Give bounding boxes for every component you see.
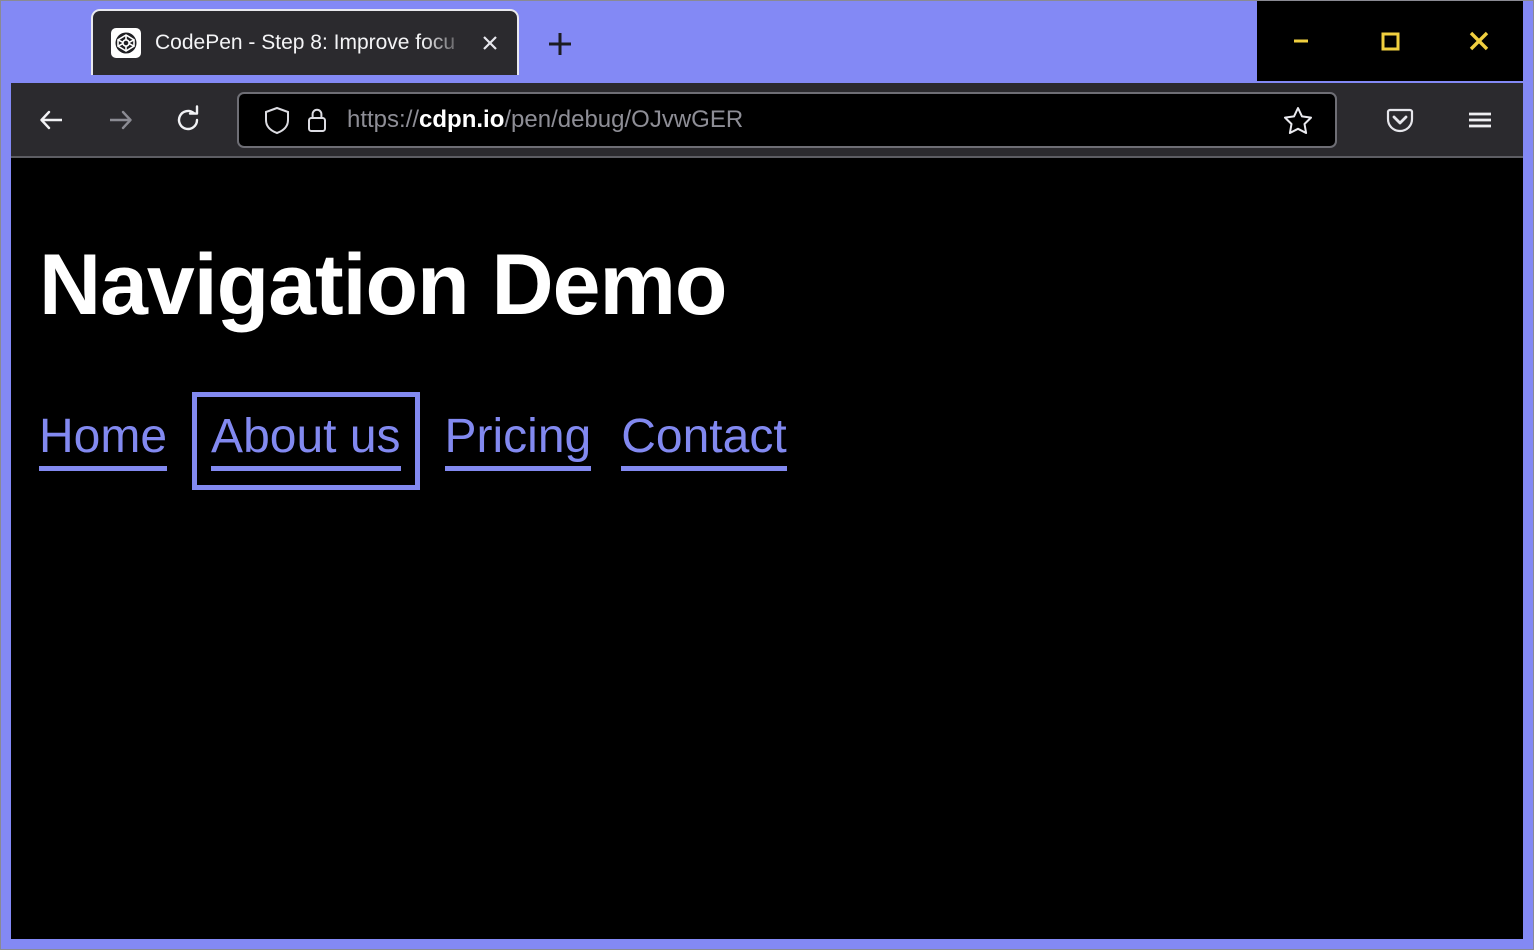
codepen-icon xyxy=(111,28,141,58)
close-icon[interactable] xyxy=(475,28,505,58)
address-bar[interactable]: https://cdpn.io/pen/debug/OJvwGER xyxy=(237,92,1337,148)
url-text[interactable]: https://cdpn.io/pen/debug/OJvwGER xyxy=(337,106,1275,134)
url-scheme: https:// xyxy=(347,106,419,133)
minimize-icon xyxy=(1286,26,1316,56)
menu-button[interactable] xyxy=(1453,93,1507,147)
page-title: Navigation Demo xyxy=(39,238,1495,333)
new-tab-button[interactable] xyxy=(534,21,586,67)
close-icon xyxy=(1463,25,1495,57)
url-path: /pen/debug/OJvwGER xyxy=(504,106,743,133)
maximize-icon xyxy=(1375,26,1405,56)
back-button[interactable] xyxy=(25,93,79,147)
site-navigation: Home About us Pricing Contact xyxy=(39,411,1495,472)
maximize-button[interactable] xyxy=(1358,12,1422,70)
navigation-toolbar: https://cdpn.io/pen/debug/OJvwGER xyxy=(11,83,1523,158)
browser-tab[interactable]: CodePen - Step 8: Improve focu xyxy=(91,9,519,75)
nav-link-pricing[interactable]: Pricing xyxy=(445,411,592,472)
plus-icon xyxy=(545,29,575,59)
reload-button[interactable] xyxy=(161,93,215,147)
minimize-button[interactable] xyxy=(1269,12,1333,70)
bookmark-star-icon[interactable] xyxy=(1275,104,1321,136)
close-window-button[interactable] xyxy=(1447,12,1511,70)
browser-window: CodePen - Step 8: Improve focu xyxy=(0,0,1534,950)
pocket-button[interactable] xyxy=(1373,93,1427,147)
back-arrow-icon xyxy=(35,103,69,137)
reload-icon xyxy=(171,103,205,137)
forward-button[interactable] xyxy=(93,93,147,147)
toolbar-right-actions xyxy=(1347,93,1523,147)
url-host: cdpn.io xyxy=(419,106,504,133)
nav-link-contact[interactable]: Contact xyxy=(621,411,786,472)
tab-title: CodePen - Step 8: Improve focu xyxy=(155,31,473,55)
nav-link-about-us[interactable]: About us xyxy=(211,411,400,472)
forward-arrow-icon xyxy=(103,103,137,137)
lock-icon[interactable] xyxy=(297,105,337,135)
tab-strip: CodePen - Step 8: Improve focu xyxy=(1,1,1533,83)
pocket-icon xyxy=(1383,103,1417,137)
shield-icon[interactable] xyxy=(257,105,297,135)
nav-link-home[interactable]: Home xyxy=(39,411,167,472)
hamburger-menu-icon xyxy=(1463,103,1497,137)
page-content: Navigation Demo Home About us Pricing Co… xyxy=(11,158,1523,939)
window-controls xyxy=(1257,1,1523,81)
